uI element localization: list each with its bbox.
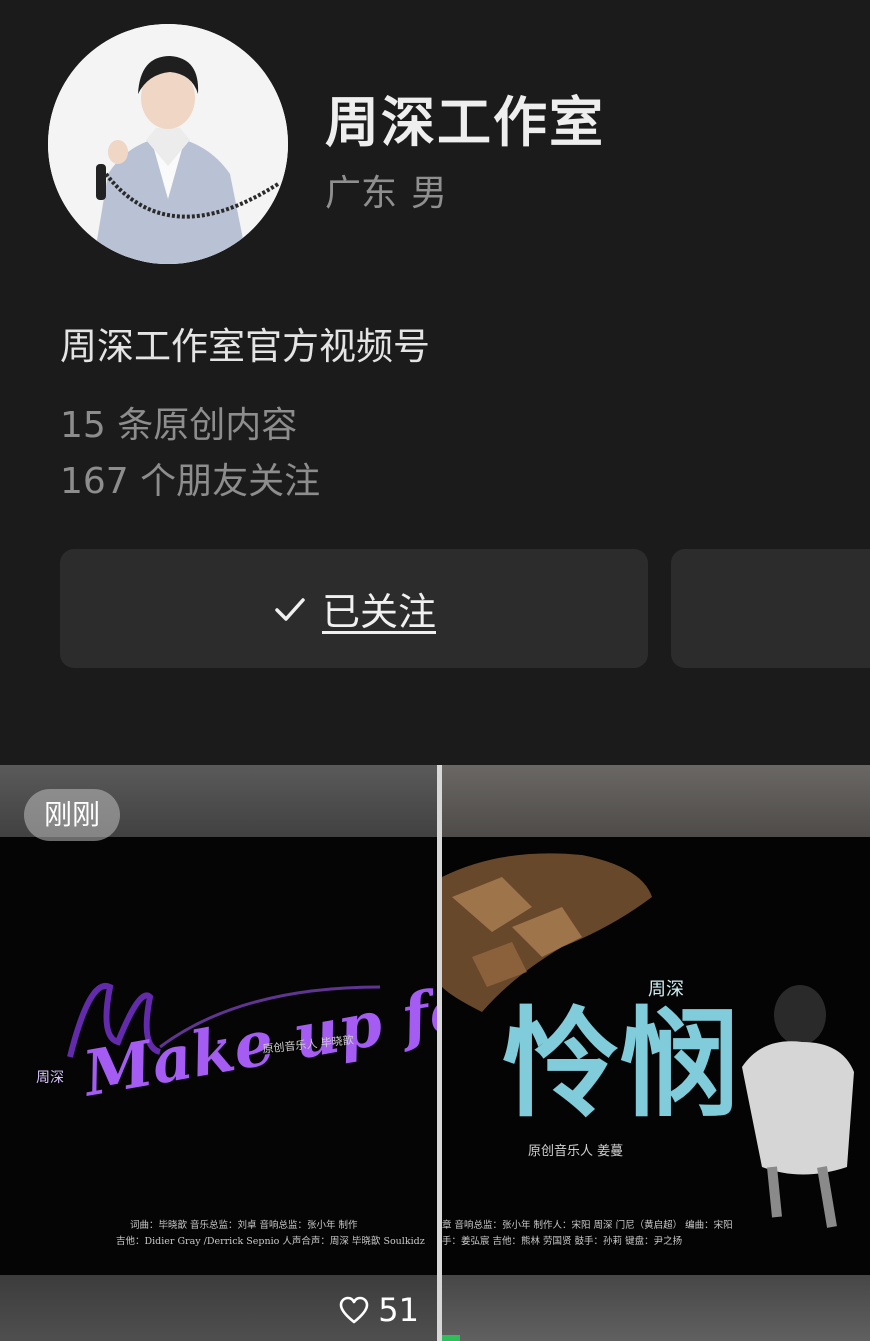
video-tile[interactable]: Make up forever 周深 原创音乐人 毕晓歆 词曲：毕晓歆 音乐总监…	[0, 765, 437, 1341]
following-label: 已关注	[321, 590, 436, 634]
lianmin-poster: 怜悯 周深 原创音乐人 姜蔓	[442, 837, 870, 1275]
like-count[interactable]: 51	[338, 1291, 419, 1329]
make-up-forever-poster: Make up forever 周深 原创音乐人 毕晓歆	[0, 837, 437, 1275]
check-icon	[275, 597, 305, 621]
video-thumbnail: 怜悯 周深 原创音乐人 姜蔓 章 音响总监：张小年 制作人：宋阳 周深 门尼（黄…	[442, 837, 870, 1275]
video-thumbnail: Make up forever 周深 原创音乐人 毕晓歆 词曲：毕晓歆 音乐总监…	[0, 837, 437, 1275]
following-button[interactable]: 已关注	[60, 549, 648, 668]
poster-credits-2: 手：姜弘宸 吉他：熊林 劳国贤 鼓手：孙莉 键盘：尹之扬	[442, 1236, 683, 1247]
poster-subtitle: 原创音乐人 姜蔓	[528, 1143, 623, 1159]
profile-gender: 男	[411, 173, 448, 214]
video-frame-bottom	[442, 1275, 870, 1341]
progress-indicator	[442, 1335, 460, 1341]
poster-title: 怜悯	[502, 994, 738, 1133]
video-grid: Make up forever 周深 原创音乐人 毕晓歆 词曲：毕晓歆 音乐总监…	[0, 765, 870, 1341]
original-content-count[interactable]: 15 条原创内容	[60, 396, 297, 448]
poster-artist: 周深	[36, 1070, 64, 1086]
friends-following-count[interactable]: 167 个朋友关注	[60, 452, 320, 504]
time-badge: 刚刚	[24, 789, 121, 841]
profile-name: 周深工作室	[325, 91, 605, 154]
message-button[interactable]	[671, 549, 870, 668]
poster-credits-1: 词曲：毕晓歆 音乐总监：刘卓 音响总监：张小年 制作	[130, 1220, 358, 1231]
profile-meta: 广东男	[325, 164, 447, 216]
like-count-value: 51	[378, 1291, 419, 1329]
profile-bio: 周深工作室官方视频号	[60, 325, 430, 368]
profile-avatar[interactable]	[48, 24, 288, 264]
poster-credits-2: 吉他：Didier Gray /Derrick Sepnio 人声合声：周深 毕…	[116, 1236, 425, 1247]
video-tile[interactable]: 怜悯 周深 原创音乐人 姜蔓 章 音响总监：张小年 制作人：宋阳 周深 门尼（黄…	[442, 765, 870, 1341]
poster-credits-1: 章 音响总监：张小年 制作人：宋阳 周深 门尼（黄启超） 编曲：宋阳	[442, 1220, 733, 1231]
heart-icon	[339, 1296, 369, 1324]
video-frame-top	[442, 765, 870, 837]
profile-region: 广东	[325, 173, 398, 214]
avatar-photo	[48, 24, 288, 264]
poster-artist: 周深	[648, 979, 684, 1000]
